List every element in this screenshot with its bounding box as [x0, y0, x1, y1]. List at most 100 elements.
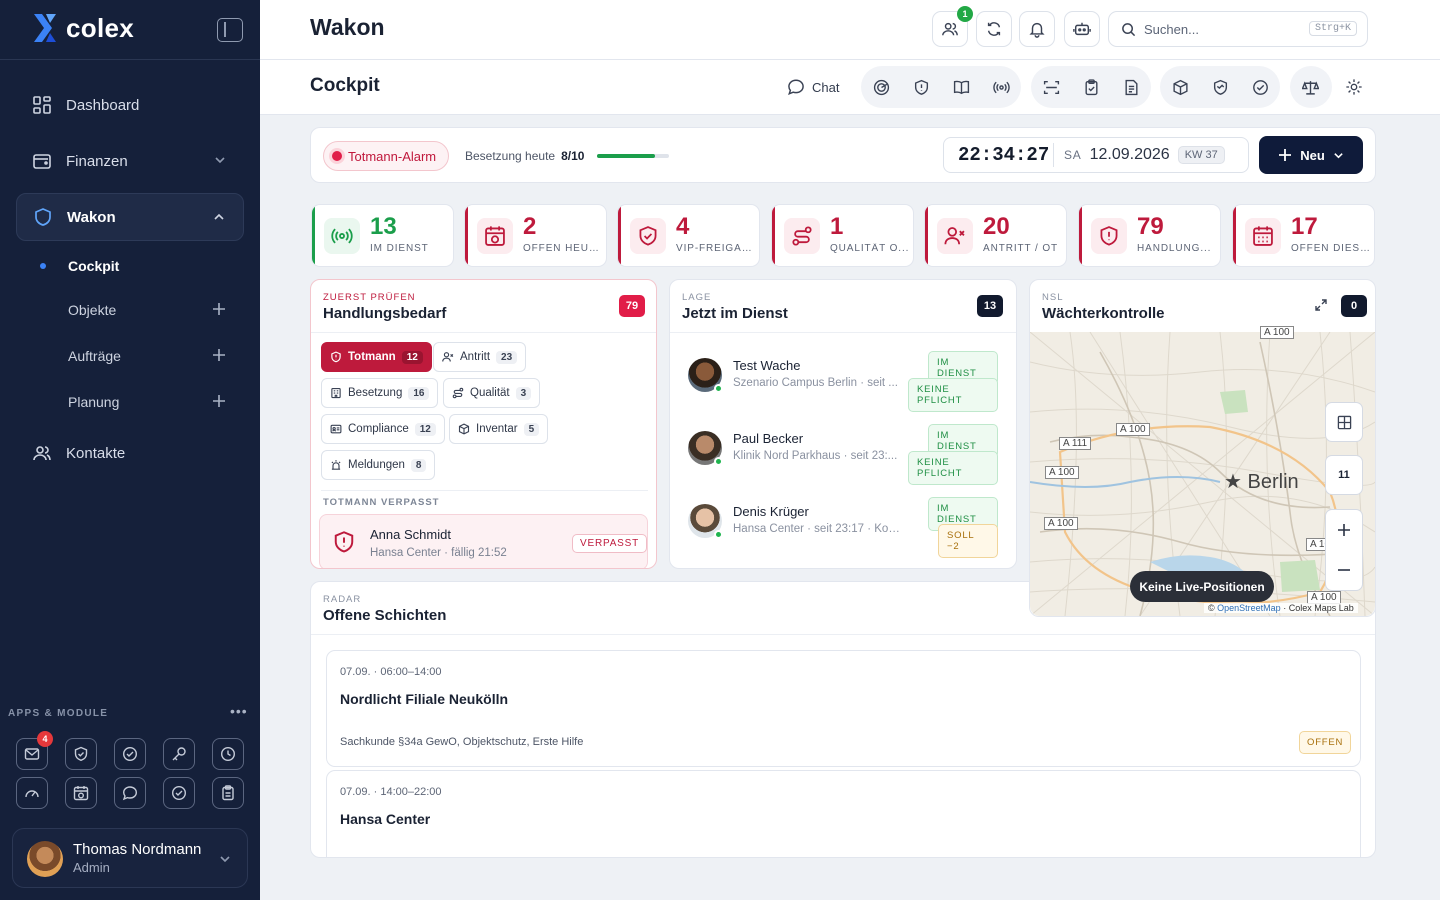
sub-planung[interactable]: Planung	[68, 387, 238, 417]
duty-person[interactable]: Paul Becker Klinik Nord Parkhaus · seit …	[688, 423, 998, 485]
panel-kicker: RADAR	[323, 594, 362, 605]
app-shield[interactable]	[65, 738, 97, 770]
app-calendar[interactable]	[65, 777, 97, 809]
filter-chip-inventar[interactable]: Inventar 5	[449, 414, 549, 444]
missed-item[interactable]: Anna Schmidt Hansa Center · fällig 21:52…	[319, 514, 648, 568]
stat-im-dienst[interactable]: 13 IM DIENST	[311, 204, 454, 267]
plus-icon[interactable]	[212, 394, 226, 408]
book-button[interactable]	[941, 66, 981, 108]
map-zoom-controls	[1325, 509, 1363, 591]
sub-objekte[interactable]: Objekte	[68, 295, 238, 325]
handshake-button[interactable]	[1200, 66, 1240, 108]
filter-chip-totmann[interactable]: Totmann 12	[321, 342, 432, 372]
filter-chip-qualitaet[interactable]: Qualität 3	[443, 378, 541, 408]
stat-vip-freigabe[interactable]: 4 VIP-FREIGABE	[617, 204, 760, 267]
notifications-button[interactable]	[1019, 11, 1055, 47]
stat-qualitaet[interactable]: 1 QUALITÄT O...	[771, 204, 914, 267]
broadcast-icon	[992, 81, 1010, 93]
shift-card[interactable]: 07.09. · 14:00–22:00 Hansa Center	[326, 770, 1361, 857]
app-keys[interactable]	[163, 738, 195, 770]
totmann-alarm-pill[interactable]: Totmann-Alarm	[323, 141, 450, 171]
search-input[interactable]: Suchen... Strg+K	[1108, 11, 1368, 47]
clock-icon	[220, 746, 236, 762]
gauge-icon	[25, 790, 39, 798]
filter-chip-besetzung[interactable]: Besetzung 16	[321, 378, 439, 408]
stat-label: QUALITÄT O...	[830, 243, 910, 254]
zoom-out-icon[interactable]	[1337, 563, 1351, 577]
team-button[interactable]: 1	[932, 6, 973, 47]
apps-more-button[interactable]: •••	[230, 703, 248, 719]
shift-requirements: Sachkunde §34a GewO, Objektschutz, Erste…	[340, 736, 584, 748]
stat-offen-heute[interactable]: 2 OFFEN HEUTE	[464, 204, 607, 267]
shift-object: Hansa Center	[340, 811, 431, 827]
chip-count: 5	[523, 422, 540, 436]
nav-kontakte[interactable]: Kontakte	[16, 429, 244, 477]
map-layers-button[interactable]	[1325, 402, 1363, 442]
sub-auftraege[interactable]: Aufträge	[68, 341, 238, 371]
sidebar-collapse-button[interactable]	[217, 18, 243, 42]
bell-icon	[1029, 22, 1045, 38]
chat-button[interactable]: Chat	[787, 78, 839, 96]
divider	[1053, 143, 1054, 167]
zoom-in-icon[interactable]	[1337, 523, 1351, 537]
panel-title: Handlungsbedarf	[323, 305, 447, 322]
app-time[interactable]	[212, 738, 244, 770]
nav-label: Finanzen	[66, 152, 128, 170]
panel-count-badge: 79	[619, 295, 645, 317]
assistant-button[interactable]	[1064, 11, 1100, 47]
stat-handlung[interactable]: 79 HANDLUNG...	[1078, 204, 1221, 267]
app-gauge[interactable]	[16, 777, 48, 809]
refresh-button[interactable]	[976, 11, 1012, 47]
besetzung-progress-fill	[597, 154, 655, 158]
gear-icon[interactable]	[1345, 78, 1363, 96]
nav-wakon[interactable]: Wakon	[16, 193, 244, 241]
shift-card[interactable]: 07.09. · 06:00–14:00 Nordlicht Filiale N…	[326, 650, 1361, 767]
road-label: A 100	[1260, 326, 1294, 339]
road-label: A 100	[1116, 423, 1150, 436]
nav-label: Kontakte	[66, 444, 126, 462]
duty-person[interactable]: Test Wache Szenario Campus Berlin · seit…	[688, 350, 998, 412]
person-detail: Klinik Nord Parkhaus · seit 23:...	[733, 450, 898, 462]
app-done[interactable]	[163, 777, 195, 809]
duty-person[interactable]: Denis Krüger Hansa Center · seit 23:17 ·…	[688, 496, 998, 558]
toolbar-group-4	[1290, 66, 1332, 108]
inventory-button[interactable]	[1160, 66, 1200, 108]
expand-icon[interactable]	[1314, 298, 1328, 312]
user-menu[interactable]: Thomas Nordmann Admin	[12, 828, 248, 888]
checklist-button[interactable]	[1071, 66, 1111, 108]
siren-icon	[331, 460, 341, 470]
nav-dashboard[interactable]: Dashboard	[16, 81, 244, 129]
stat-antritt[interactable]: 20 ANTRITT / OT	[924, 204, 1067, 267]
filter-chip-meldungen[interactable]: Meldungen 8	[321, 450, 436, 480]
stat-offen-diese[interactable]: 17 OFFEN DIES...	[1232, 204, 1375, 267]
brand-logo[interactable]: colex	[30, 12, 134, 44]
sub-cockpit[interactable]: Cockpit	[40, 251, 238, 281]
building-icon	[331, 387, 341, 399]
shield-button[interactable]	[901, 66, 941, 108]
app-mail[interactable]: 4	[16, 731, 53, 770]
person-detail: Hansa Center · seit 23:17 · Kontrol...	[733, 523, 901, 535]
section-title: Cockpit	[310, 75, 380, 96]
refresh-icon	[987, 22, 1001, 36]
calendar-week: KW 37	[1177, 146, 1225, 164]
signal-button[interactable]	[981, 66, 1021, 108]
verify-button[interactable]	[1240, 66, 1280, 108]
scan-button[interactable]	[1031, 66, 1071, 108]
app-chat[interactable]	[114, 777, 146, 809]
panel-kicker: NSL	[1042, 292, 1064, 303]
new-button[interactable]: Neu	[1259, 136, 1363, 174]
plus-icon[interactable]	[212, 348, 226, 362]
plus-icon[interactable]	[212, 302, 226, 316]
box-icon	[458, 423, 470, 435]
filter-chip-compliance[interactable]: Compliance 12	[321, 414, 445, 444]
filter-chip-antritt[interactable]: Antritt 23	[433, 342, 527, 372]
subbar: Cockpit Chat	[260, 60, 1440, 115]
radar-button[interactable]	[861, 66, 901, 108]
document-button[interactable]	[1111, 66, 1151, 108]
law-button[interactable]	[1290, 66, 1330, 108]
app-tasks[interactable]	[114, 738, 146, 770]
osm-link[interactable]: OpenStreetMap	[1217, 603, 1281, 613]
stat-value: 20	[983, 213, 1010, 240]
app-clipboard[interactable]	[212, 777, 244, 809]
nav-finanzen[interactable]: Finanzen	[16, 137, 244, 185]
